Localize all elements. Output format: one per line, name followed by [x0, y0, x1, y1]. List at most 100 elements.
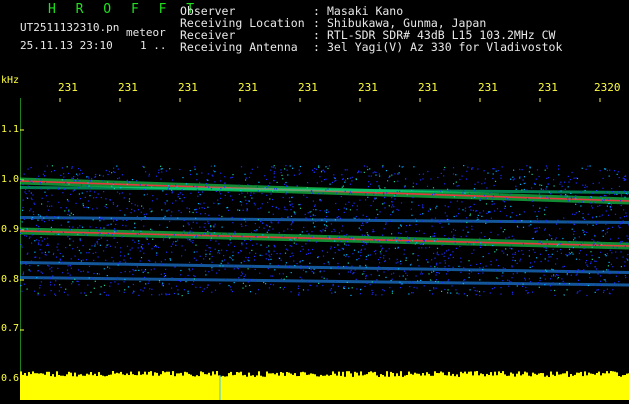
noise-dot: [101, 286, 102, 287]
noise-dot: [500, 294, 501, 295]
baseline-spike: [92, 375, 94, 379]
noise-dot: [579, 259, 580, 260]
noise-dot: [151, 289, 152, 290]
noise-dot: [119, 290, 120, 291]
noise-dot: [311, 211, 312, 212]
noise-dot: [373, 172, 374, 173]
noise-dot: [327, 226, 328, 227]
noise-dot: [145, 171, 146, 172]
noise-dot: [422, 204, 423, 205]
noise-dot: [337, 263, 338, 264]
noise-dot: [505, 284, 506, 285]
baseline-spike: [602, 373, 604, 379]
noise-dot: [549, 192, 550, 193]
noise-dot: [163, 238, 164, 239]
noise-dot: [300, 268, 301, 269]
noise-dot: [241, 251, 242, 252]
noise-dot: [562, 186, 563, 187]
baseline-spike: [146, 375, 148, 379]
noise-dot: [614, 194, 615, 195]
baseline-spike: [476, 371, 478, 379]
noise-dot: [265, 187, 266, 188]
noise-dot: [144, 277, 145, 278]
noise-dot: [307, 281, 308, 282]
noise-dot: [191, 228, 192, 229]
noise-dot: [383, 257, 384, 258]
noise-dot: [281, 172, 282, 173]
noise-dot: [171, 190, 172, 191]
baseline-spike: [78, 375, 80, 379]
noise-dot: [69, 215, 70, 216]
noise-dot: [120, 247, 121, 248]
noise-dot: [502, 280, 503, 281]
noise-dot: [342, 225, 343, 226]
noise-dot: [251, 232, 252, 233]
noise-dot: [607, 170, 608, 171]
noise-dot: [107, 182, 108, 183]
noise-dot: [618, 281, 619, 282]
noise-dot: [453, 235, 454, 236]
noise-dot: [463, 230, 464, 231]
noise-dot: [268, 245, 269, 246]
noise-dot: [437, 267, 438, 268]
noise-dot: [158, 170, 159, 171]
noise-dot: [478, 273, 479, 274]
noise-dot: [433, 253, 434, 254]
baseline-spike: [210, 376, 212, 379]
noise-dot: [343, 249, 344, 250]
noise-dot: [618, 272, 619, 273]
baseline-spike: [82, 376, 84, 379]
noise-dot: [25, 218, 26, 219]
baseline-spike: [216, 371, 218, 379]
noise-dot: [444, 260, 445, 261]
baseline-spike: [448, 372, 450, 379]
noise-dot: [580, 250, 581, 251]
noise-dot: [230, 239, 231, 240]
noise-dot: [425, 247, 426, 248]
noise-dot: [493, 173, 494, 174]
noise-dot: [591, 205, 592, 206]
noise-dot: [128, 181, 129, 182]
noise-dot: [620, 227, 621, 228]
noise-dot: [115, 247, 116, 248]
noise-dot: [176, 286, 177, 287]
noise-dot: [377, 270, 378, 271]
noise-dot: [585, 262, 586, 263]
noise-dot: [137, 266, 138, 267]
baseline-spike: [556, 372, 558, 379]
noise-dot: [43, 218, 44, 219]
noise-dot: [313, 272, 314, 273]
noise-dot: [263, 282, 264, 283]
baseline-spike: [380, 374, 382, 379]
baseline-spike: [464, 372, 466, 379]
noise-dot: [93, 273, 94, 274]
baseline-spike: [230, 372, 232, 379]
noise-dot: [314, 172, 315, 173]
x-tick-label: 231: [238, 82, 258, 93]
baseline-spike: [114, 374, 116, 379]
noise-dot: [593, 241, 594, 242]
noise-dot: [231, 235, 232, 236]
noise-dot: [233, 252, 234, 253]
noise-dot: [365, 193, 366, 194]
noise-dot: [286, 186, 287, 187]
noise-dot: [463, 280, 464, 281]
baseline-spike: [438, 373, 440, 379]
noise-dot: [546, 178, 547, 179]
noise-dot: [62, 179, 63, 180]
noise-dot: [109, 199, 110, 200]
noise-dot: [579, 245, 580, 246]
noise-dot: [255, 293, 256, 294]
noise-dot: [388, 269, 389, 270]
noise-dot: [120, 187, 121, 188]
baseline-spike: [222, 376, 224, 379]
noise-dot: [422, 206, 423, 207]
noise-dot: [320, 271, 321, 272]
noise-dot: [291, 197, 292, 198]
noise-dot: [380, 251, 381, 252]
noise-dot: [587, 266, 588, 267]
noise-dot: [266, 258, 267, 259]
noise-dot: [547, 168, 548, 169]
noise-dot: [286, 276, 287, 277]
noise-dot: [173, 241, 174, 242]
